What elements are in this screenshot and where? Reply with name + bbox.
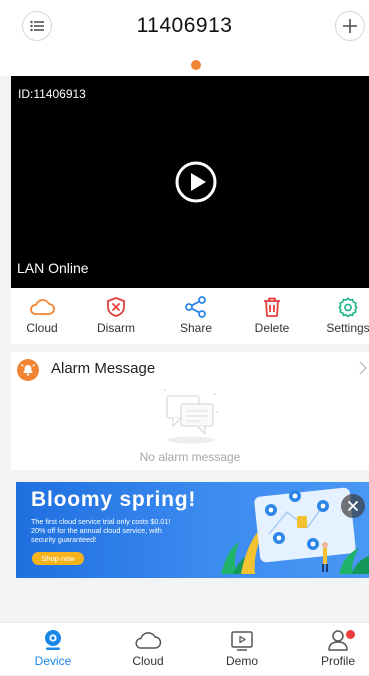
nav-device-label: Device — [34, 654, 72, 668]
page-indicator-dot — [191, 60, 201, 70]
plus-icon — [343, 19, 357, 33]
settings-label: Settings — [326, 321, 369, 335]
delete-button[interactable]: Delete — [241, 288, 303, 344]
cloud-icon — [135, 632, 162, 649]
settings-button[interactable]: Settings — [317, 288, 369, 344]
connection-status: LAN Online — [17, 260, 89, 276]
empty-messages-icon — [164, 389, 218, 444]
alarm-section-title: Alarm Message — [51, 360, 156, 377]
nav-cloud[interactable]: Cloud — [113, 623, 183, 676]
delete-label: Delete — [254, 321, 290, 335]
header-bar: 11406913 — [0, 0, 369, 54]
camera-id-label: ID:11406913 — [18, 87, 86, 101]
close-icon — [348, 501, 358, 511]
nav-profile[interactable]: Profile — [303, 623, 369, 676]
disarm-button[interactable]: Disarm — [85, 288, 147, 344]
cloud-button[interactable]: Cloud — [11, 288, 73, 344]
device-icon — [45, 630, 61, 650]
share-button[interactable]: Share — [165, 288, 227, 344]
play-icon — [175, 161, 217, 203]
banner-text-line-2: 20% off for the annual cloud service, wi… — [31, 526, 162, 535]
cloud-icon — [30, 299, 55, 315]
gear-icon — [338, 297, 358, 318]
banner-text-line-1: The first cloud service trial only costs… — [31, 517, 171, 526]
bottom-navigation: Device Cloud Demo Profile — [0, 622, 369, 675]
nav-demo-label: Demo — [225, 654, 258, 668]
nav-profile-label: Profile — [320, 654, 355, 668]
camera-preview[interactable]: ID:11406913 LAN Online — [11, 76, 369, 288]
shop-now-button[interactable]: Shop now — [32, 552, 84, 565]
alarm-icon — [17, 359, 39, 381]
nav-device[interactable]: Device — [18, 623, 88, 676]
close-banner-button[interactable] — [341, 494, 365, 518]
alarm-message-panel[interactable]: Alarm Message No alarm message — [11, 352, 369, 470]
play-button[interactable] — [175, 161, 217, 208]
cloud-label: Cloud — [26, 321, 58, 335]
add-device-button[interactable] — [335, 11, 365, 41]
nav-cloud-label: Cloud — [132, 654, 164, 668]
disarm-label: Disarm — [97, 321, 135, 335]
shield-x-icon — [107, 297, 125, 317]
banner-title: Bloomy spring! — [31, 488, 197, 511]
share-icon — [185, 296, 206, 318]
trash-icon — [264, 297, 280, 317]
share-label: Share — [179, 321, 213, 335]
notification-dot — [346, 630, 355, 639]
page-title: 11406913 — [136, 14, 233, 37]
page-indicator — [0, 54, 369, 76]
chevron-right-icon — [359, 361, 367, 375]
banner-text-line-3: security guaranteed! — [31, 535, 97, 544]
video-play-icon — [231, 631, 253, 651]
promo-banner[interactable]: Bloomy spring! The first cloud service t… — [16, 482, 369, 578]
nav-demo[interactable]: Demo — [207, 623, 277, 676]
empty-state-text: No alarm message — [139, 450, 241, 464]
device-toolbar: Cloud Disarm Share Delete Settings — [11, 288, 369, 344]
